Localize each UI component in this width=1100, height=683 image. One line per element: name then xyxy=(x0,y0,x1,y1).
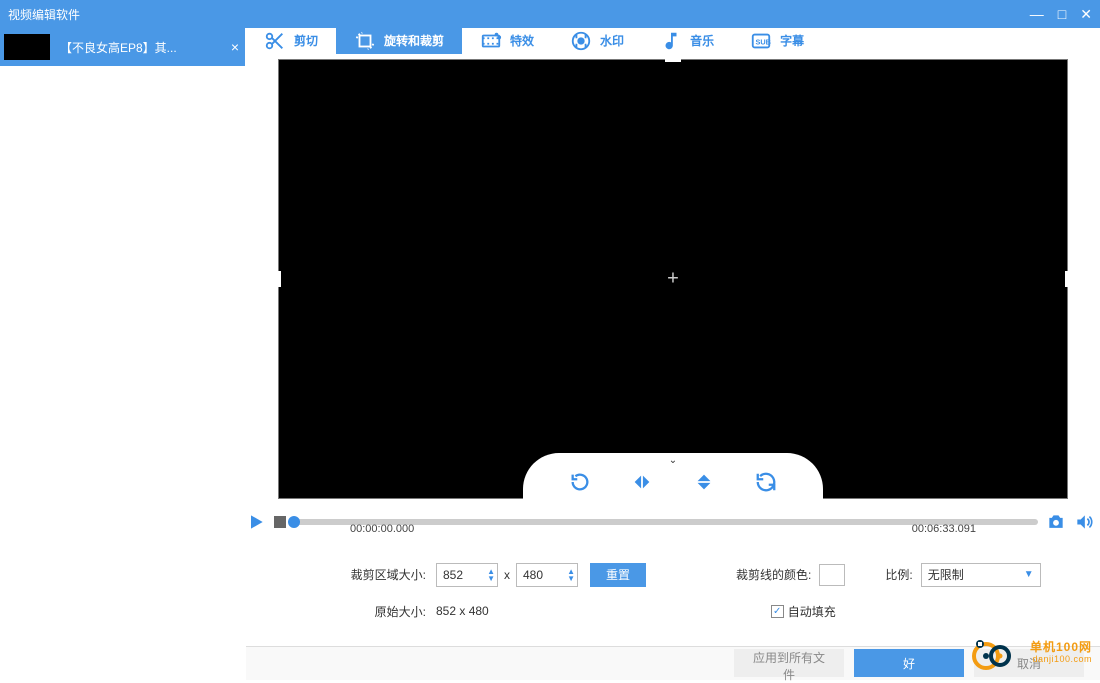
original-size-label: 原始大小: xyxy=(266,603,436,620)
crop-height-input[interactable]: 480 ▲▼ xyxy=(516,563,578,587)
time-start: 00:00:00.000 xyxy=(350,523,414,535)
window-controls: — □ ✕ xyxy=(1030,6,1092,23)
subtitle-icon: SUB xyxy=(750,30,772,52)
title-bar: 视频编辑软件 — □ ✕ xyxy=(0,0,1100,28)
tab-cut[interactable]: 剪切 xyxy=(246,28,336,54)
crop-settings: 裁剪区域大小: 852 ▲▼ x 480 ▲▼ 重置 裁剪线的颜色: 比例: 无… xyxy=(246,545,1100,646)
tab-effects[interactable]: 特效 xyxy=(462,28,552,54)
center-marker-icon: + xyxy=(667,267,679,290)
ratio-select[interactable]: 无限制 ▼ xyxy=(921,563,1041,587)
cancel-button[interactable]: 取消 xyxy=(974,649,1084,677)
crop-size-label: 裁剪区域大小: xyxy=(266,566,436,583)
sidebar-item-label: 【不良女高EP8】其... xyxy=(60,39,231,56)
tab-label: 音乐 xyxy=(690,32,714,49)
stop-button[interactable] xyxy=(274,516,286,528)
rotate-cw-button[interactable] xyxy=(569,471,591,493)
maximize-button[interactable]: □ xyxy=(1058,6,1066,23)
seek-knob[interactable] xyxy=(288,516,300,528)
svg-text:SUB: SUB xyxy=(756,38,771,47)
crop-width-input[interactable]: 852 ▲▼ xyxy=(436,563,498,587)
tab-rotate-crop[interactable]: 旋转和裁剪 xyxy=(336,28,462,54)
reset-transform-button[interactable] xyxy=(755,471,777,493)
tab-subtitle[interactable]: SUB 字幕 xyxy=(732,28,822,54)
reset-button[interactable]: 重置 xyxy=(590,563,646,587)
apply-all-button[interactable]: 应用到所有文件 xyxy=(734,649,844,677)
scissors-icon xyxy=(264,30,286,52)
tab-label: 水印 xyxy=(600,32,624,49)
window-title: 视频编辑软件 xyxy=(8,6,1030,23)
crop-rotate-icon xyxy=(354,30,376,52)
video-thumbnail xyxy=(4,34,50,60)
tray-collapse-icon[interactable]: ⌄ xyxy=(669,455,677,466)
main-panel: 剪切 旋转和裁剪 特效 水印 xyxy=(246,28,1100,680)
tab-label: 剪切 xyxy=(294,32,318,49)
volume-button[interactable] xyxy=(1074,512,1094,532)
tab-label: 旋转和裁剪 xyxy=(384,32,444,49)
line-color-label: 裁剪线的颜色: xyxy=(736,566,811,583)
chevron-down-icon: ▼ xyxy=(1024,569,1034,580)
close-button[interactable]: ✕ xyxy=(1080,6,1092,23)
tab-music[interactable]: 音乐 xyxy=(642,28,732,54)
video-canvas[interactable]: + xyxy=(278,59,1068,499)
autofill-label: 自动填充 xyxy=(788,603,836,620)
effects-icon xyxy=(480,30,502,52)
flip-horizontal-button[interactable] xyxy=(631,471,653,493)
line-color-swatch[interactable] xyxy=(819,564,845,586)
tab-label: 字幕 xyxy=(780,32,804,49)
sidebar-item-video[interactable]: 【不良女高EP8】其... × xyxy=(0,28,245,66)
tool-tabs: 剪切 旋转和裁剪 特效 水印 xyxy=(246,28,1100,55)
time-end: 00:06:33.091 xyxy=(912,523,976,535)
spinner-icon[interactable]: ▲▼ xyxy=(567,568,575,582)
ok-button[interactable]: 好 xyxy=(854,649,964,677)
ratio-label: 比例: xyxy=(885,566,912,583)
app-body: 【不良女高EP8】其... × 剪切 旋转和裁剪 xyxy=(0,28,1100,680)
autofill-checkbox[interactable]: ✓ 自动填充 xyxy=(771,603,836,620)
checkbox-box: ✓ xyxy=(771,605,784,618)
minimize-button[interactable]: — xyxy=(1030,6,1044,23)
watermark-icon xyxy=(570,30,592,52)
sidebar-item-close-icon[interactable]: × xyxy=(231,39,239,55)
music-note-icon xyxy=(660,30,682,52)
preview-area: + ⌄ xyxy=(246,55,1100,499)
tab-watermark[interactable]: 水印 xyxy=(552,28,642,54)
spinner-icon[interactable]: ▲▼ xyxy=(487,568,495,582)
snapshot-button[interactable] xyxy=(1046,512,1066,532)
play-button[interactable] xyxy=(246,512,266,532)
timeline: 00:00:00.000 00:06:33.091 xyxy=(246,499,1100,545)
tab-label: 特效 xyxy=(510,32,534,49)
flip-vertical-button[interactable] xyxy=(693,471,715,493)
footer: 应用到所有文件 好 取消 xyxy=(246,646,1100,680)
x-separator: x xyxy=(504,568,510,582)
original-size-value: 852 x 480 xyxy=(436,604,489,618)
sidebar: 【不良女高EP8】其... × xyxy=(0,28,246,680)
transform-tray: ⌄ xyxy=(523,453,823,499)
